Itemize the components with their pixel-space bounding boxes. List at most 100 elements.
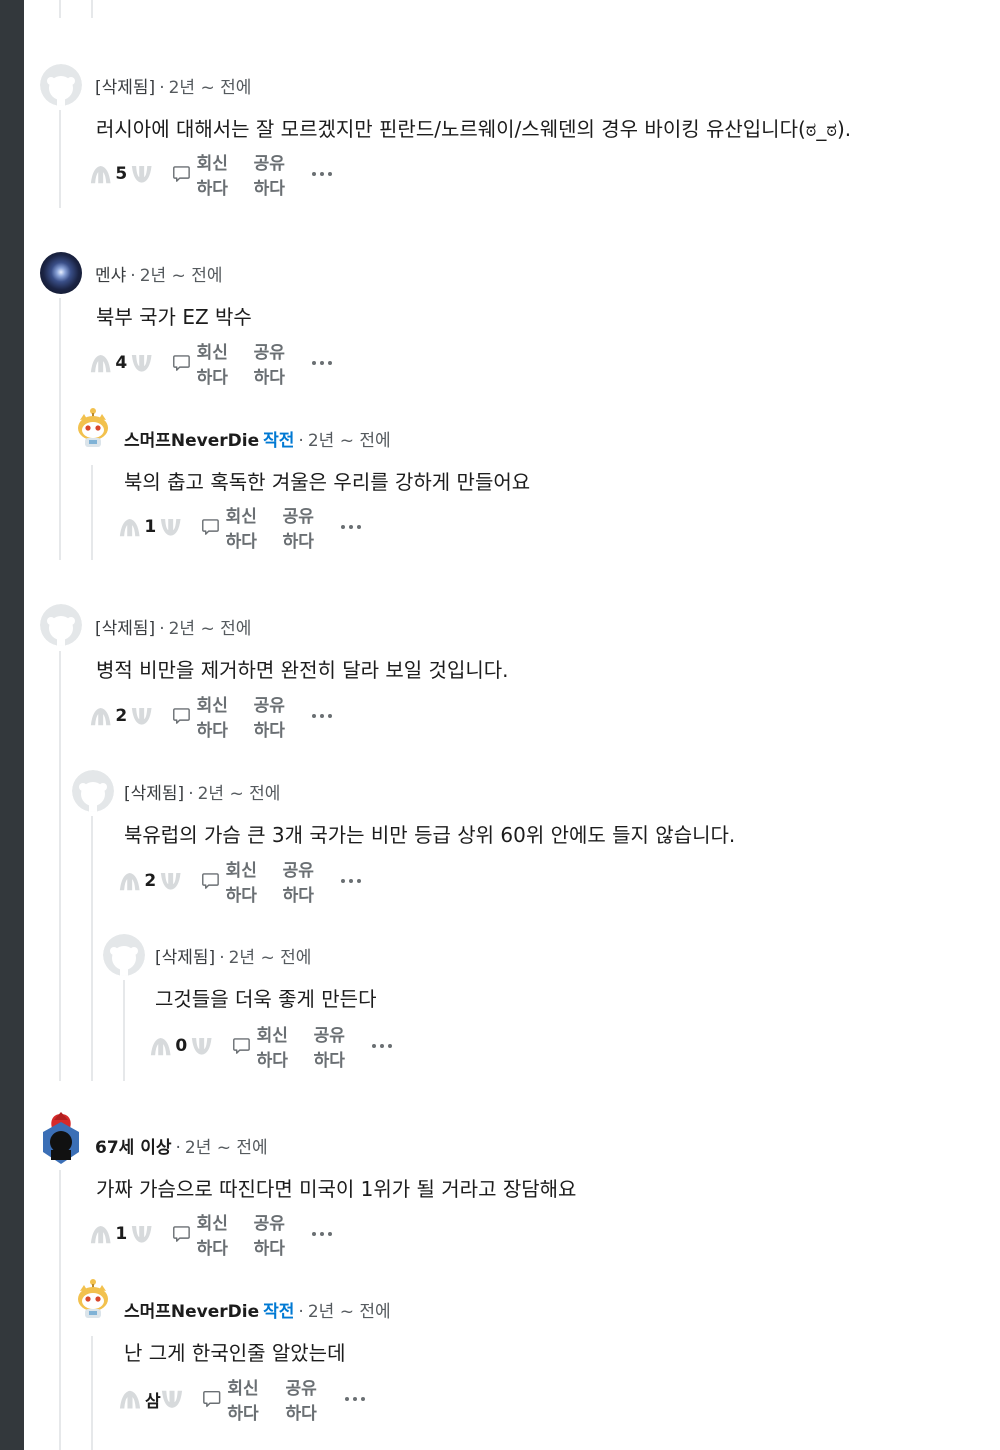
reply-button[interactable]: 회신하다	[172, 149, 234, 199]
upvote-icon[interactable]	[149, 1029, 172, 1063]
downvote-icon[interactable]	[130, 157, 153, 191]
deleted-user-avatar-icon[interactable]	[72, 770, 114, 812]
reply-button[interactable]: 회신하다	[201, 856, 263, 906]
share-button[interactable]: 공유하다	[283, 502, 322, 552]
reply-icon	[201, 865, 220, 897]
separator-dot: ·	[188, 784, 194, 804]
downvote-icon[interactable]	[130, 346, 153, 380]
upvote-icon[interactable]	[89, 157, 112, 191]
reply-label: 회신하다	[225, 861, 257, 906]
snoo-cat-avatar-icon[interactable]	[72, 406, 114, 448]
upvote-icon[interactable]	[89, 346, 112, 380]
separator-dot: ·	[298, 1302, 304, 1322]
thread-line	[59, 0, 61, 18]
reply-icon	[172, 158, 191, 190]
vote-count: 0	[175, 1036, 188, 1056]
separator-dot: ·	[298, 431, 304, 451]
deleted-user-avatar-icon[interactable]	[40, 604, 82, 646]
reply-label: 회신하다	[225, 507, 257, 552]
comment-meta: 멘샤 · 2년 ~ 전에	[95, 261, 222, 286]
galaxy-avatar-icon[interactable]	[40, 252, 82, 294]
left-sidebar-bar	[0, 0, 24, 1450]
more-options-icon[interactable]	[312, 714, 333, 718]
snoo-cat-avatar-icon[interactable]	[72, 1277, 114, 1319]
deleted-user-avatar-icon[interactable]	[103, 934, 145, 976]
downvote-icon[interactable]	[190, 1029, 213, 1063]
op-badge: 작전	[263, 1302, 295, 1322]
separator-dot: ·	[130, 266, 136, 286]
vote-count: 1	[115, 1224, 128, 1244]
more-options-icon[interactable]	[312, 1232, 333, 1236]
timestamp: 2년 ~ 전에	[168, 619, 252, 639]
comment-actions: 0 회신하다 공유하다	[149, 1026, 393, 1071]
share-button[interactable]: 공유하다	[254, 338, 293, 388]
author-name: 67세 이상	[95, 1138, 172, 1158]
more-options-icon[interactable]	[312, 172, 333, 176]
vote-count: 4	[115, 353, 128, 373]
more-options-icon[interactable]	[344, 1397, 365, 1401]
vote-count: 5	[115, 164, 128, 184]
share-button[interactable]: 공유하다	[254, 691, 293, 741]
thread-line	[91, 465, 93, 560]
downvote-icon[interactable]	[130, 1217, 153, 1251]
reply-icon	[232, 1030, 251, 1062]
deleted-user-avatar-icon[interactable]	[40, 64, 82, 106]
reply-button[interactable]: 회신하다	[172, 338, 234, 388]
timestamp: 2년 ~ 전에	[228, 948, 312, 968]
downvote-icon[interactable]	[130, 699, 153, 733]
separator-dot: ·	[175, 1138, 181, 1158]
thread-line	[91, 1336, 93, 1450]
author-name: [삭제됨]	[124, 784, 185, 804]
share-button[interactable]: 공유하다	[254, 149, 293, 199]
reply-button[interactable]: 회신하다	[201, 502, 263, 552]
comment-meta: 67세 이상 · 2년 ~ 전에	[95, 1133, 268, 1158]
downvote-icon[interactable]	[160, 1382, 184, 1416]
more-options-icon[interactable]	[372, 1044, 393, 1048]
timestamp: 2년 ~ 전에	[307, 431, 391, 451]
comment-meta: [삭제됨] · 2년 ~ 전에	[95, 614, 251, 639]
op-badge: 작전	[263, 431, 295, 451]
reply-label: 회신하다	[196, 343, 228, 388]
reply-label: 회신하다	[196, 1214, 228, 1259]
thread-line	[123, 980, 125, 1081]
reply-label: 회신하다	[196, 696, 228, 741]
reply-label: 회신하다	[196, 154, 228, 199]
author-name: [삭제됨]	[95, 78, 156, 98]
reply-button[interactable]: 회신하다	[232, 1021, 294, 1071]
author-name: 스머프NeverDie	[124, 1302, 260, 1322]
comment-actions: 4 회신하다 공유하다	[89, 343, 333, 388]
comment-body: 북의 춥고 혹독한 겨울은 우리를 강하게 만들어요	[124, 470, 531, 494]
more-options-icon[interactable]	[312, 361, 333, 365]
comment-meta: [삭제됨] · 2년 ~ 전에	[95, 73, 251, 98]
separator-dot: ·	[159, 619, 165, 639]
reply-button[interactable]: 회신하다	[172, 691, 234, 741]
share-button[interactable]: 공유하다	[283, 856, 322, 906]
downvote-icon[interactable]	[159, 864, 182, 898]
upvote-icon[interactable]	[89, 699, 112, 733]
spartan-avatar-icon[interactable]	[40, 1112, 82, 1166]
downvote-icon[interactable]	[159, 510, 182, 544]
comment-meta: [삭제됨] · 2년 ~ 전에	[124, 779, 280, 804]
reply-button[interactable]: 회신하다	[172, 1209, 234, 1259]
upvote-icon[interactable]	[89, 1217, 112, 1251]
upvote-icon[interactable]	[118, 864, 141, 898]
reply-button[interactable]: 회신하다	[202, 1374, 265, 1424]
reply-label: 회신하다	[227, 1379, 259, 1424]
comment-meta: 스머프NeverDie 작전 · 2년 ~ 전에	[124, 426, 391, 451]
share-button[interactable]: 공유하다	[285, 1374, 324, 1424]
upvote-icon[interactable]	[118, 1382, 142, 1416]
more-options-icon[interactable]	[341, 879, 362, 883]
comment-actions: 2 회신하다 공유하다	[89, 696, 333, 741]
more-options-icon[interactable]	[341, 525, 362, 529]
reply-icon	[172, 347, 191, 379]
thread-line	[59, 651, 61, 1081]
share-button[interactable]: 공유하다	[254, 1209, 293, 1259]
vote-count: 2	[115, 706, 128, 726]
author-name: [삭제됨]	[155, 948, 216, 968]
thread-line	[59, 298, 61, 560]
share-button[interactable]: 공유하다	[314, 1021, 353, 1071]
upvote-icon[interactable]	[118, 510, 141, 544]
author-name: [삭제됨]	[95, 619, 156, 639]
author-name: 멘샤	[95, 266, 127, 286]
vote-count: 2	[144, 871, 157, 891]
